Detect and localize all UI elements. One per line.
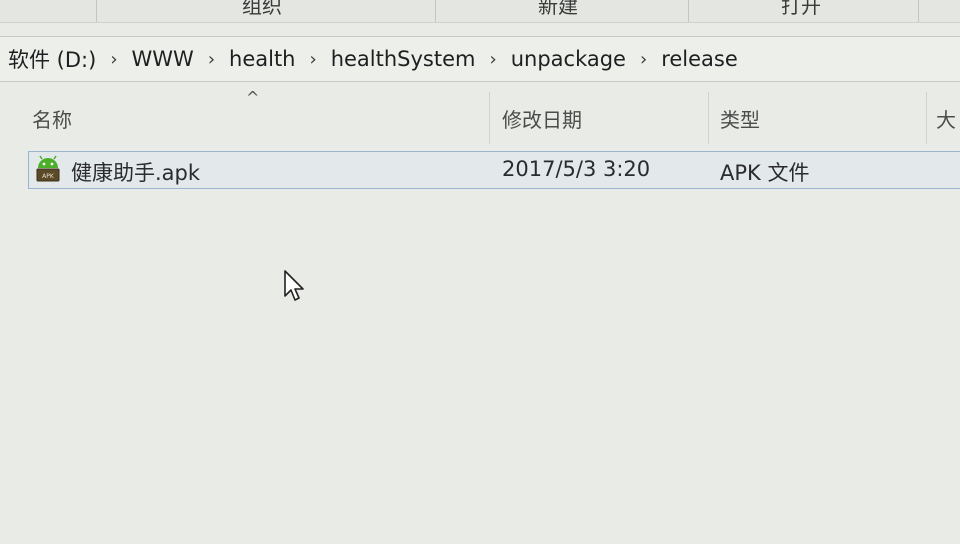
ribbon-separator <box>688 0 689 22</box>
file-modified: 2017/5/3 3:20 <box>502 157 651 181</box>
file-type: APK 文件 <box>720 161 810 185</box>
breadcrumb-healthsystem[interactable]: healthSystem <box>331 47 476 71</box>
ribbon-group-new: 新建 <box>538 0 578 18</box>
breadcrumb-chevron-icon[interactable]: › <box>640 49 647 70</box>
column-divider[interactable] <box>708 92 709 144</box>
column-header-modified[interactable]: 修改日期 <box>502 104 582 133</box>
mouse-pointer-icon <box>284 270 308 306</box>
column-header-type[interactable]: 类型 <box>720 104 760 133</box>
breadcrumb-www[interactable]: WWW <box>132 47 194 71</box>
file-name: 健康助手.apk <box>71 161 201 185</box>
ribbon-separator <box>918 0 919 22</box>
column-header-size[interactable]: 大 <box>936 104 956 133</box>
file-row[interactable]: APK 健康助手.apk 2017/5/3 3:20 APK 文件 <box>28 151 960 189</box>
ribbon-group-open: 打开 <box>781 0 821 18</box>
breadcrumb-chevron-icon[interactable]: › <box>110 49 117 70</box>
breadcrumb-drive[interactable]: 软件 (D:) <box>8 44 96 74</box>
ribbon-separator <box>96 0 97 22</box>
address-bar[interactable]: 软件 (D:) › WWW › health › healthSystem › … <box>0 36 960 82</box>
breadcrumb-health[interactable]: health <box>229 47 295 71</box>
android-apk-icon: APK <box>35 155 61 183</box>
column-divider[interactable] <box>489 92 490 144</box>
breadcrumb-chevron-icon[interactable]: › <box>208 49 215 70</box>
breadcrumb-release[interactable]: release <box>661 47 738 71</box>
ribbon-group-labels: 组织 新建 打开 <box>0 0 960 23</box>
ribbon-group-organize: 组织 <box>242 0 282 18</box>
column-divider[interactable] <box>926 92 927 144</box>
breadcrumb-unpackage[interactable]: unpackage <box>511 47 626 71</box>
breadcrumb-chevron-icon[interactable]: › <box>490 49 497 70</box>
sort-ascending-icon: ^ <box>246 88 260 107</box>
ribbon-separator <box>435 0 436 22</box>
column-header-row: ^ 名称 修改日期 类型 大 <box>0 88 960 146</box>
breadcrumb-chevron-icon[interactable]: › <box>310 49 317 70</box>
svg-text:APK: APK <box>42 173 55 180</box>
column-header-name[interactable]: 名称 <box>32 104 72 133</box>
